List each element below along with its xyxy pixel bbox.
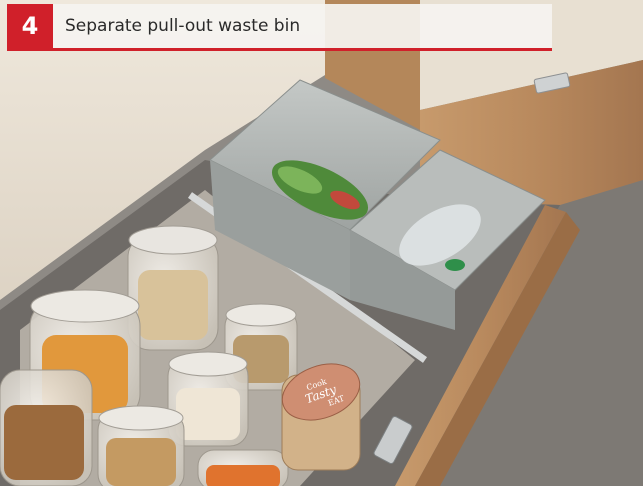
jar-5 — [97, 405, 185, 486]
kitchen-photo: Cook Tasty EAT — [0, 0, 643, 486]
jar-7 — [197, 449, 289, 486]
photo-frame: Cook Tasty EAT 4 Separate pull-out waste… — [0, 0, 643, 486]
step-number-badge: 4 — [7, 4, 53, 48]
jar-6 — [0, 369, 93, 486]
caption-bar: 4 Separate pull-out waste bin — [7, 4, 552, 51]
jar-1 — [127, 225, 219, 351]
caption-title: Separate pull-out waste bin — [65, 16, 301, 36]
